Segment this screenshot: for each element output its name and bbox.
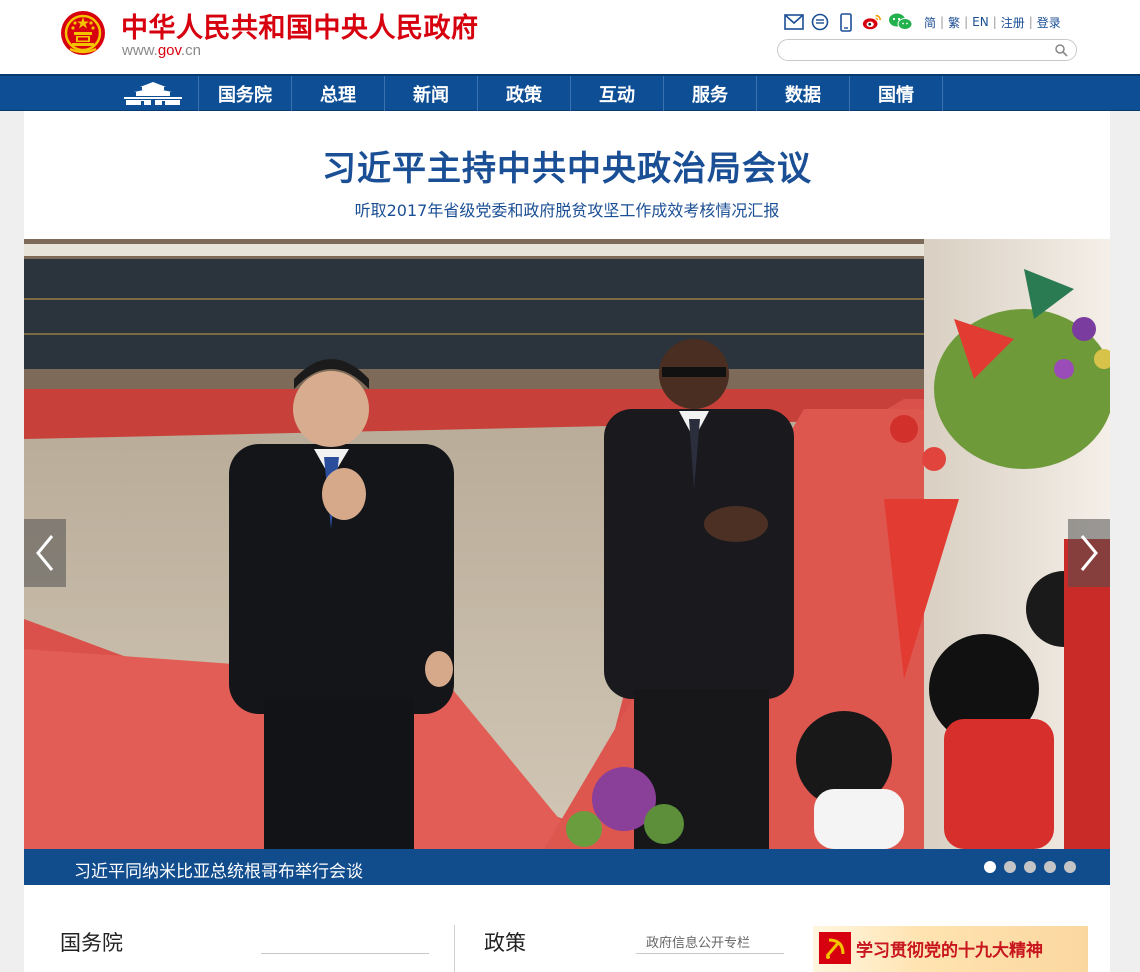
carousel-photo[interactable]	[24, 239, 1110, 849]
simplified-chinese-link[interactable]: 简	[920, 14, 940, 31]
headline-title[interactable]: 习近平主持中共中央政治局会议	[24, 141, 1110, 190]
mobile-icon[interactable]	[836, 12, 856, 32]
carousel-caption[interactable]: 习近平同纳米比亚总统根哥布举行会谈	[74, 857, 363, 882]
tiananmen-home-icon[interactable]	[107, 76, 199, 111]
section-underline	[636, 953, 784, 954]
search-input[interactable]	[788, 42, 1048, 58]
carousel-next-button[interactable]	[1068, 519, 1110, 587]
nav-premier[interactable]: 总理	[292, 76, 385, 111]
section-underline	[261, 953, 429, 954]
english-link[interactable]: EN	[968, 15, 993, 29]
section-divider	[454, 925, 455, 972]
site-header: 中华人民共和国中央人民政府 www.gov.cn 简 | 繁 | EN | 注册…	[0, 0, 1140, 74]
carousel-prev-button[interactable]	[24, 519, 66, 587]
section-title-state-council[interactable]: 国务院	[60, 927, 123, 957]
carousel-dot[interactable]	[1004, 861, 1016, 873]
carousel-dots	[984, 861, 1076, 873]
search-box	[777, 39, 1077, 61]
study-banner[interactable]: 学习贯彻党的十九大精神	[813, 926, 1088, 972]
chevron-right-icon	[1080, 535, 1098, 571]
nav-interaction[interactable]: 互动	[571, 76, 664, 111]
domain-main: gov	[157, 42, 181, 59]
nav-data[interactable]: 数据	[757, 76, 850, 111]
domain-suffix: .cn	[180, 42, 201, 59]
nav-news[interactable]: 新闻	[385, 76, 478, 111]
nav-policy[interactable]: 政策	[478, 76, 571, 111]
login-link[interactable]: 登录	[1033, 14, 1065, 31]
nav-national-info[interactable]: 国情	[850, 76, 943, 111]
section-title-policy[interactable]: 政策	[484, 927, 526, 957]
national-emblem-icon[interactable]	[60, 9, 106, 57]
nav-state-council[interactable]: 国务院	[199, 76, 292, 111]
carousel-caption-bar: 习近平同纳米比亚总统根哥布举行会谈	[24, 849, 1110, 885]
chevron-left-icon	[36, 535, 54, 571]
site-title[interactable]: 中华人民共和国中央人民政府	[121, 6, 479, 45]
domain-prefix: www.	[122, 42, 158, 59]
message-icon[interactable]	[810, 12, 830, 32]
main-nav: 国务院 总理 新闻 政策 互动 服务 数据 国情	[0, 74, 1140, 111]
register-link[interactable]: 注册	[997, 14, 1029, 31]
search-icon[interactable]	[1054, 43, 1068, 57]
weibo-icon[interactable]	[862, 12, 882, 32]
carousel-dot[interactable]	[1064, 861, 1076, 873]
headline-subtitle[interactable]: 听取2017年省级党委和政府脱贫攻坚工作成效考核情况汇报	[24, 197, 1110, 221]
nav-services[interactable]: 服务	[664, 76, 757, 111]
party-emblem-icon	[819, 932, 851, 964]
wechat-icon[interactable]	[888, 12, 914, 32]
gov-info-disclosure-link[interactable]: 政府信息公开专栏	[646, 932, 750, 951]
carousel-dot[interactable]	[1044, 861, 1056, 873]
top-links: 简 | 繁 | EN | 注册 | 登录	[784, 11, 1065, 33]
banner-text: 学习贯彻党的十九大精神	[856, 941, 1043, 961]
site-domain[interactable]: www.gov.cn	[122, 42, 201, 59]
traditional-chinese-link[interactable]: 繁	[944, 14, 964, 31]
carousel-dot[interactable]	[1024, 861, 1036, 873]
news-carousel: 习近平同纳米比亚总统根哥布举行会谈	[24, 239, 1110, 885]
mail-icon[interactable]	[784, 12, 804, 32]
carousel-dot[interactable]	[984, 861, 996, 873]
main-content: 习近平主持中共中央政治局会议 听取2017年省级党委和政府脱贫攻坚工作成效考核情…	[24, 111, 1110, 972]
